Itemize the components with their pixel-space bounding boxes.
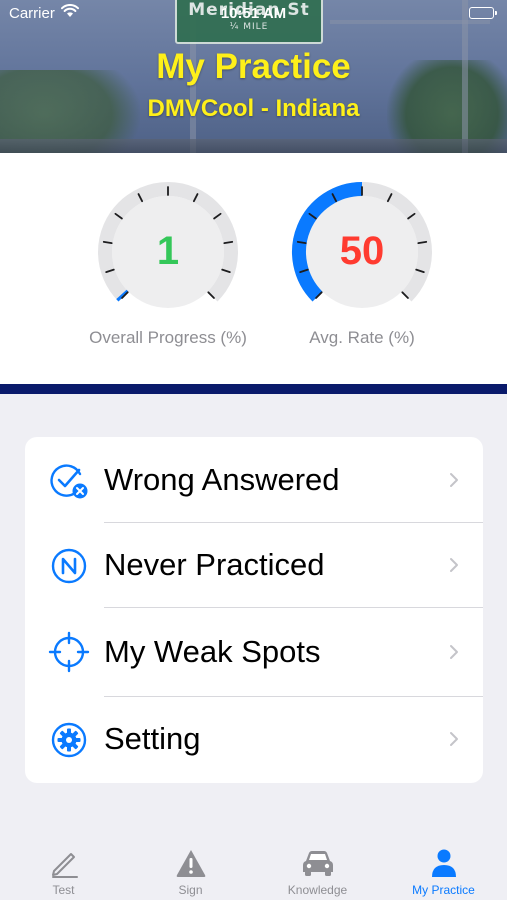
background-road xyxy=(0,139,507,153)
battery-icon xyxy=(469,7,497,19)
menu-item-weak-spots[interactable]: My Weak Spots xyxy=(25,608,483,696)
page-subtitle: DMVCool - Indiana xyxy=(147,95,360,122)
chevron-right-icon xyxy=(449,557,459,573)
tab-label: My Practice xyxy=(412,883,475,897)
tab-knowledge[interactable]: Knowledge xyxy=(254,834,381,900)
tab-test[interactable]: Test xyxy=(0,834,127,900)
warning-sign-icon xyxy=(127,848,254,878)
overall-progress-label: Overall Progress (%) xyxy=(89,328,247,347)
menu-item-label: Wrong Answered xyxy=(104,462,340,497)
check-circle-x-icon xyxy=(48,460,90,502)
avg-rate-label: Avg. Rate (%) xyxy=(309,328,415,347)
tab-label: Knowledge xyxy=(287,883,348,897)
chevron-right-icon xyxy=(449,731,459,747)
tab-label: Test xyxy=(52,883,75,897)
clock: 10:51 AM xyxy=(220,5,287,22)
tab-bar: Test Sign Knowledge My Practice xyxy=(0,834,507,900)
car-icon xyxy=(254,848,381,878)
menu-item-label: Setting xyxy=(104,721,201,756)
header-banner: Meridian St ¼ MILE Carrier 10:51 AM My P… xyxy=(0,0,507,153)
tab-label: Sign xyxy=(178,883,203,897)
menu-item-label: Never Practiced xyxy=(104,547,325,582)
gear-icon xyxy=(48,719,90,761)
status-bar: Carrier 10:51 AM xyxy=(0,0,507,28)
overall-progress-gauge: 1 Overall Progress (%) xyxy=(89,177,247,347)
menu-item-setting[interactable]: Setting xyxy=(25,697,483,783)
person-icon xyxy=(380,848,507,878)
chevron-right-icon xyxy=(449,644,459,660)
menu-item-label: My Weak Spots xyxy=(104,634,321,669)
menu-item-wrong-answered[interactable]: Wrong Answered xyxy=(25,437,483,523)
tab-my-practice[interactable]: My Practice xyxy=(380,834,507,900)
avg-rate-gauge: 50 Avg. Rate (%) xyxy=(287,177,437,347)
pencil-icon xyxy=(0,848,127,878)
menu-item-never-practiced[interactable]: Never Practiced xyxy=(25,523,483,609)
chevron-right-icon xyxy=(449,472,459,488)
page-title: My Practice xyxy=(156,47,351,86)
crosshair-icon xyxy=(48,631,90,673)
stats-divider xyxy=(0,384,507,394)
stats-panel: 1 Overall Progress (%) 50 Avg. Rate (%) xyxy=(0,153,507,384)
practice-menu: Wrong Answered Never Practiced My Weak S… xyxy=(25,437,483,783)
avg-rate-value: 50 xyxy=(339,229,385,273)
overall-progress-value: 1 xyxy=(156,229,180,273)
n-circle-icon xyxy=(48,545,90,587)
tab-sign[interactable]: Sign xyxy=(127,834,254,900)
